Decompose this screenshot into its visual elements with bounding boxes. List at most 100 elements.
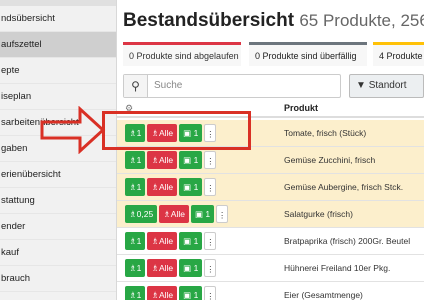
consume-amount: 1 <box>136 236 142 246</box>
consume-all-button[interactable]: ♗Alle <box>147 259 178 277</box>
box-open-icon: ▣ <box>194 209 204 219</box>
page-title: Bestandsübersicht 65 Produkte, 256 <box>123 10 424 32</box>
sidebar-item-equipment[interactable]: stattung <box>0 188 116 214</box>
location-filter-button[interactable]: ▼ Standort <box>349 74 424 98</box>
box-open-icon: ▣ <box>183 290 192 300</box>
open-button[interactable]: ▣ 1 <box>179 259 203 277</box>
fork-knife-icon: ♗ <box>129 182 137 192</box>
fork-knife-icon: ♗ <box>129 155 137 165</box>
row-actions: ♗1 ♗Alle ▣ 1 ⋮ <box>125 259 218 277</box>
box-open-icon: ▣ <box>183 263 192 273</box>
search-field[interactable]: ⚲ Suche <box>123 74 341 98</box>
sidebar-item-batteries-overview[interactable]: erienübersicht <box>0 162 116 188</box>
search-icon: ⚲ <box>124 75 148 97</box>
consume-button[interactable]: ♗1 <box>125 259 146 277</box>
sidebar-item-purchase[interactable]: kauf <box>0 240 116 266</box>
annotation-highlight-box <box>102 111 251 150</box>
table-row: ♗1 ♗Alle ▣ 1 ⋮ Gemüse Aubergine, frisch Stck… <box>117 174 424 201</box>
product-name[interactable]: Salatgurke (frisch) <box>284 201 353 228</box>
sidebar-item-recipes[interactable]: epte <box>0 58 116 84</box>
product-name[interactable]: Gemüse Aubergine, frisch Stck. <box>284 174 403 201</box>
table-row: ♗0,25 ♗Alle ▣ 1 ⋮ Salatgurke (frisch) <box>117 201 424 228</box>
box-open-icon: ▣ <box>183 236 192 246</box>
row-actions: ♗1 ♗Alle ▣ 1 ⋮ <box>125 286 218 300</box>
consume-amount: 1 <box>136 290 142 300</box>
fork-knife-icon: ♗ <box>151 236 159 246</box>
product-name[interactable]: Hühnerei Freiland 10er Pkg. <box>284 255 390 282</box>
open-button[interactable]: ▣ 1 <box>190 205 215 223</box>
sidebar-item-shopping-list[interactable]: aufszettel <box>0 32 116 58</box>
location-filter-label: Standort <box>368 80 407 91</box>
open-amount: 1 <box>193 236 199 246</box>
more-options-icon[interactable]: ⋮ <box>216 205 229 223</box>
more-options-icon[interactable]: ⋮ <box>204 178 217 196</box>
column-header-product[interactable]: Produkt <box>284 103 318 113</box>
filter-icon: ▼ <box>356 80 366 91</box>
consume-amount: 1 <box>136 155 142 165</box>
consume-button[interactable]: ♗1 <box>125 232 146 250</box>
more-options-icon[interactable]: ⋮ <box>204 151 217 169</box>
consume-all-button[interactable]: ♗Alle <box>159 205 189 223</box>
open-button[interactable]: ▣ 1 <box>179 286 203 300</box>
open-amount: 1 <box>193 263 199 273</box>
expired-products-tile[interactable]: 0 Produkte sind abgelaufen <box>123 42 241 66</box>
consume-amount: 1 <box>136 263 142 273</box>
consume-button[interactable]: ♗1 <box>125 178 146 196</box>
consume-all-label: Alle <box>170 209 185 219</box>
more-options-icon[interactable]: ⋮ <box>204 286 217 300</box>
table-row: ♗1 ♗Alle ▣ 1 ⋮ Bratpaprika (frisch) 200Gr. B… <box>117 228 424 255</box>
consume-button[interactable]: ♗1 <box>125 151 146 169</box>
annotation-arrow-icon <box>40 106 106 154</box>
consume-all-button[interactable]: ♗Alle <box>147 286 178 300</box>
consume-all-label: Alle <box>158 290 174 300</box>
more-options-icon[interactable]: ⋮ <box>204 232 217 250</box>
page-subtitle: 65 Produkte, 256 <box>299 11 424 30</box>
product-name[interactable]: Bratpaprika (frisch) 200Gr. Beutel <box>284 228 410 255</box>
consume-all-label: Alle <box>158 263 174 273</box>
consume-all-button[interactable]: ♗Alle <box>147 151 178 169</box>
fork-knife-icon: ♗ <box>129 290 137 300</box>
product-name[interactable]: Gemüse Zucchini, frisch <box>284 147 375 174</box>
consume-button[interactable]: ♗1 <box>125 286 146 300</box>
sidebar-item-stock-overview[interactable]: ndsübersicht <box>0 6 116 32</box>
more-options-icon[interactable]: ⋮ <box>204 259 217 277</box>
box-open-icon: ▣ <box>183 155 192 165</box>
fork-knife-icon: ♗ <box>163 209 171 219</box>
open-amount: 1 <box>193 182 199 192</box>
consume-all-label: Alle <box>158 155 174 165</box>
product-name[interactable]: Eier (Gesamtmenge) <box>284 282 363 300</box>
fork-knife-icon: ♗ <box>129 209 137 219</box>
fork-knife-icon: ♗ <box>129 263 137 273</box>
table-row: ♗1 ♗Alle ▣ 1 ⋮ Hühnerei Freiland 10er Pkg. <box>117 255 424 282</box>
open-button[interactable]: ▣ 1 <box>179 151 203 169</box>
overdue-products-tile[interactable]: 0 Produkte sind überfällig <box>249 42 367 66</box>
due-products-tile[interactable]: 4 Produkte s <box>373 42 424 66</box>
fork-knife-icon: ♗ <box>129 236 137 246</box>
page-title-text: Bestandsübersicht <box>123 10 295 31</box>
product-name[interactable]: Tomate, frisch (Stück) <box>284 120 366 147</box>
fork-knife-icon: ♗ <box>151 290 159 300</box>
open-amount: 1 <box>193 290 199 300</box>
consume-amount: 0,25 <box>136 209 154 219</box>
row-actions: ♗1 ♗Alle ▣ 1 ⋮ <box>125 178 218 196</box>
open-button[interactable]: ▣ 1 <box>179 178 203 196</box>
consume-all-button[interactable]: ♗Alle <box>147 232 178 250</box>
main-content: Bestandsübersicht 65 Produkte, 256 0 Pro… <box>117 0 424 300</box>
consume-all-button[interactable]: ♗Alle <box>147 178 178 196</box>
box-open-icon: ▣ <box>183 182 192 192</box>
row-actions: ♗1 ♗Alle ▣ 1 ⋮ <box>125 151 218 169</box>
sidebar-item-consume[interactable]: brauch <box>0 266 116 292</box>
open-button[interactable]: ▣ 1 <box>179 232 203 250</box>
row-actions: ♗0,25 ♗Alle ▣ 1 ⋮ <box>125 205 230 223</box>
search-input[interactable]: Suche <box>154 75 182 97</box>
table-row: ♗1 ♗Alle ▣ 1 ⋮ Eier (Gesamtmenge) <box>117 282 424 300</box>
row-actions: ♗1 ♗Alle ▣ 1 ⋮ <box>125 232 218 250</box>
fork-knife-icon: ♗ <box>151 182 159 192</box>
fork-knife-icon: ♗ <box>151 155 159 165</box>
sidebar-item-calendar[interactable]: ender <box>0 214 116 240</box>
table-row: ♗1 ♗Alle ▣ 1 ⋮ Gemüse Zucchini, frisch <box>117 147 424 174</box>
consume-all-label: Alle <box>158 182 174 192</box>
open-amount: 1 <box>205 209 211 219</box>
consume-amount: 1 <box>136 182 142 192</box>
consume-button[interactable]: ♗0,25 <box>125 205 158 223</box>
